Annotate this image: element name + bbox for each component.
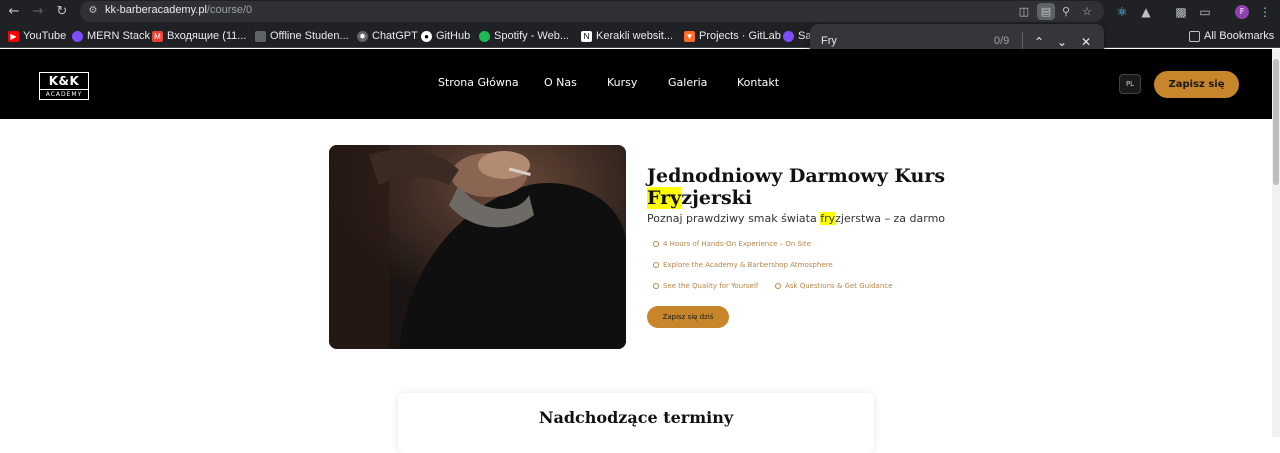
bookmark-label: Spotify - Web... [494,30,569,42]
site-header: K&K ACADEMY Strona Główna O Nas Kursy Ga… [0,49,1272,119]
sub-part-1: Poznaj prawdziwy smak świata [647,212,821,225]
profile-avatar[interactable]: F [1235,5,1249,19]
signup-button[interactable]: Zapisz się [1154,71,1239,98]
menu-dots-icon[interactable]: ⋮ [1256,3,1274,21]
feature-item: Explore the Academy & Barbershop Atmosph… [653,261,833,269]
bookmark-chatgpt[interactable]: ✸ ChatGPT [357,28,418,44]
site-logo[interactable]: K&K ACADEMY [39,72,89,100]
page-scrollbar[interactable] [1272,49,1280,437]
folder-icon [1189,30,1200,42]
bookmark-label: Projects · GitLab [699,30,781,42]
bookmark-label: GitHub [436,30,471,42]
all-bookmarks-label: All Bookmarks [1204,30,1275,42]
language-switch[interactable]: PL [1119,74,1141,94]
bookmark-sa[interactable]: Sa [783,28,811,44]
bookmark-youtube[interactable]: ▶ YouTube [8,28,66,44]
bookmark-label: Kerakli websit... [596,30,674,42]
url-text[interactable]: kk-barberacademy.pl/course/0 [105,4,252,16]
bookmark-github[interactable]: ● GitHub [421,28,470,44]
barber-photo [329,145,626,349]
github-icon: ● [421,30,432,42]
scroll-thumb[interactable] [1273,59,1279,185]
feature-label: Explore the Academy & Barbershop Atmosph… [663,261,833,269]
bookmark-label: ChatGPT [372,30,418,42]
gitlab-icon: ▼ [684,30,695,42]
upcoming-dates-card: Nadchodzące terminy [398,393,874,453]
spotify-icon [479,30,490,42]
feature-item: See the Quality for Yourself [653,282,758,290]
bookmark-mern[interactable]: MERN Stack [72,28,150,44]
signup-today-button[interactable]: Zapisz się dziś [647,306,729,328]
title-part-2: zjerski [681,187,753,209]
mern-icon [72,30,83,42]
logo-subtitle: ACADEMY [40,89,88,99]
translate-icon[interactable]: ▩ [1172,3,1190,21]
nav-contact[interactable]: Kontakt [737,76,779,89]
chatgpt-icon: ✸ [357,30,368,42]
bookmark-label: Offline Studen... [270,30,349,42]
all-bookmarks[interactable]: All Bookmarks [1189,28,1274,44]
bookmark-gitlab[interactable]: ▼ Projects · GitLab [684,28,781,44]
back-icon[interactable]: ← [5,3,23,21]
reload-icon[interactable]: ↻ [53,3,71,21]
nav-about[interactable]: O Nas [544,76,577,89]
sub-part-2: zjerstwa – za darmo [835,212,946,225]
upcoming-dates-title: Nadchodzące terminy [538,408,734,427]
logo-title: K&K [48,74,80,88]
feature-label: Ask Questions & Get Guidance [785,282,893,290]
check-circle-icon [653,262,659,268]
check-circle-icon [775,283,781,289]
find-count: 0/9 [994,35,1010,47]
check-circle-icon [653,283,659,289]
extensions-icon[interactable]: ▲ [1137,3,1155,21]
gmail-icon: M [152,30,163,42]
react-devtools-icon[interactable]: ⚛ [1113,3,1131,21]
nav-courses[interactable]: Kursy [607,76,637,89]
bookmark-label: YouTube [23,30,67,42]
youtube-icon: ▶ [8,30,19,42]
bookmark-offline[interactable]: Offline Studen... [255,28,349,44]
url-path: /course/0 [206,4,253,16]
address-bar[interactable]: ⚙ kk-barberacademy.pl/course/0 ◫ ▤ ⚲ ☆ [80,1,1104,22]
title-highlight: Fry [647,187,682,209]
bookmark-label: Входящие (11... [167,30,247,42]
bookmark-star-icon[interactable]: ☆ [1078,3,1096,20]
feature-label: 4 Hours of Hands-On Experience – On Site [663,240,811,248]
bookmark-label: MERN Stack [87,30,150,42]
cast-icon[interactable]: ▭ [1196,3,1214,21]
nav-gallery[interactable]: Galeria [668,76,707,89]
install-app-icon[interactable]: ◫ [1015,3,1033,20]
sub-highlight: fry [820,212,836,225]
title-part-1: Jednodniowy Darmowy Kurs [647,165,946,187]
notion-icon: N [581,30,592,42]
check-circle-icon [653,241,659,247]
offline-icon [255,30,266,42]
bookmark-spotify[interactable]: Spotify - Web... [479,28,569,44]
feature-label: See the Quality for Yourself [663,282,759,290]
nav-home[interactable]: Strona Główna [438,76,519,89]
feature-item: Ask Questions & Get Guidance [775,282,892,290]
url-host: kk-barberacademy.pl [105,4,207,16]
bookmark-kerakli[interactable]: N Kerakli websit... [581,28,673,44]
feature-item: 4 Hours of Hands-On Experience – On Site [653,240,811,248]
zoom-icon[interactable]: ⚲ [1057,3,1075,20]
hero-image [329,145,626,349]
hero-title: Jednodniowy Darmowy Kurs Fryzjerski [647,165,967,209]
site-info-icon[interactable]: ⚙ [86,4,100,18]
forward-icon[interactable]: → [29,3,47,21]
sa-icon [783,30,794,42]
find-input[interactable]: Fry [821,35,837,47]
bookmark-gmail[interactable]: M Входящие (11... [152,28,246,44]
browser-toolbar: ← → ↻ ⚙ kk-barberacademy.pl/course/0 ◫ ▤… [0,0,1280,24]
find-icon[interactable]: ▤ [1037,3,1055,20]
hero-subtitle: Poznaj prawdziwy smak świata fryzjerstwa… [647,212,945,225]
